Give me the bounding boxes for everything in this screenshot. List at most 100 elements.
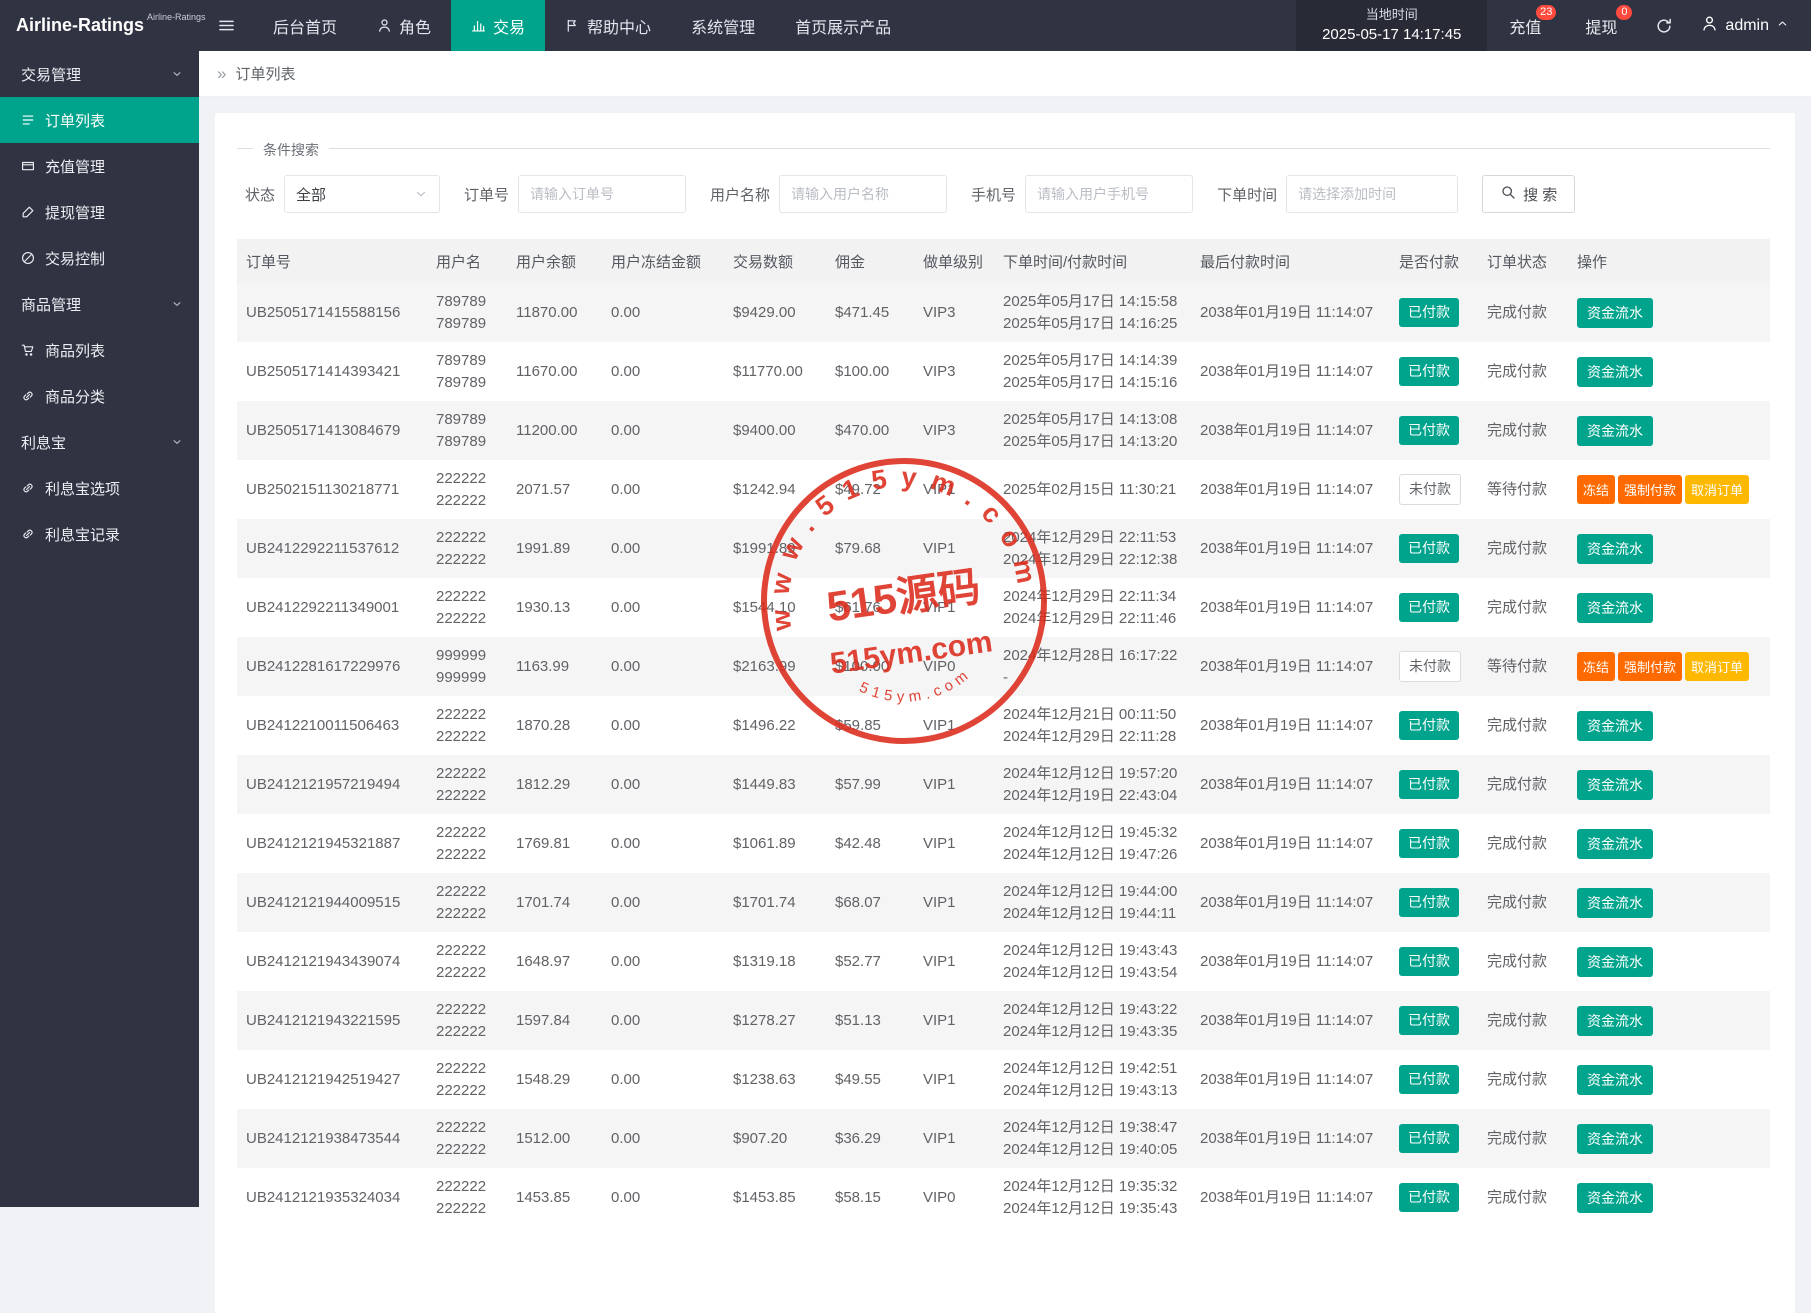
frozen-amount-cell: 0.00 — [602, 696, 724, 755]
last-pay-time-cell: 2038年01月19日 11:14:07 — [1191, 283, 1390, 342]
freeze-button[interactable]: 冻结 — [1577, 652, 1615, 681]
order-time-cell: 2024年12月12日 19:44:002024年12月12日 19:44:11 — [994, 873, 1191, 932]
actions-cell: 冻结强制付款取消订单 — [1568, 460, 1770, 519]
sidebar-item-product-list[interactable]: 商品列表 — [0, 327, 199, 373]
sidebar-item-lixibao[interactable]: 利息宝 — [0, 419, 199, 465]
actions-cell: 资金流水 — [1568, 1168, 1770, 1227]
commission-cell: $51.13 — [826, 991, 914, 1050]
actions-cell: 资金流水 — [1568, 991, 1770, 1050]
withdraw-nav-button[interactable]: 提现 0 — [1563, 0, 1639, 51]
frozen-amount-cell: 0.00 — [602, 755, 724, 814]
top-navbar: Airline-Ratings Airline-Ratings 后台首页 角色交易… — [0, 0, 1811, 51]
order-status-cell: 完成付款 — [1478, 696, 1568, 755]
sidebar-item-recharge-manage[interactable]: 充值管理 — [0, 143, 199, 189]
force-pay-button[interactable]: 强制付款 — [1618, 475, 1682, 504]
column-header: 下单时间/付款时间 — [994, 239, 1191, 283]
withdraw-count-badge: 0 — [1616, 5, 1632, 20]
nav-item-system[interactable]: 系统管理 — [671, 0, 775, 51]
sidebar-item-lixibao-records[interactable]: 利息宝记录 — [0, 511, 199, 557]
commission-cell: $100.00 — [826, 342, 914, 401]
actions-cell: 资金流水 — [1568, 755, 1770, 814]
last-pay-time-cell: 2038年01月19日 11:14:07 — [1191, 1109, 1390, 1168]
commission-cell: $49.55 — [826, 1050, 914, 1109]
order-no-input[interactable] — [518, 175, 686, 213]
fund-flow-button[interactable]: 资金流水 — [1577, 947, 1653, 977]
order-status-cell: 完成付款 — [1478, 1168, 1568, 1227]
menu-toggle-button[interactable] — [199, 0, 253, 51]
order-time-cell: 2024年12月12日 19:43:432024年12月12日 19:43:54 — [994, 932, 1191, 991]
balance-cell: 1648.97 — [507, 932, 602, 991]
last-pay-time-cell: 2038年01月19日 11:14:07 — [1191, 342, 1390, 401]
sidebar-item-trade-manage[interactable]: 交易管理 — [0, 51, 199, 97]
brand-subtitle: Airline-Ratings — [147, 12, 206, 22]
frozen-amount-cell: 0.00 — [602, 1168, 724, 1227]
nav-item-trade[interactable]: 交易 — [451, 0, 545, 51]
chevron-down-icon — [171, 436, 183, 448]
sidebar-item-trade-control[interactable]: 交易控制 — [0, 235, 199, 281]
vip-level-cell: VIP1 — [914, 696, 994, 755]
fund-flow-button[interactable]: 资金流水 — [1577, 711, 1653, 741]
nav-item-help-center[interactable]: 帮助中心 — [545, 0, 671, 51]
last-pay-time-cell: 2038年01月19日 11:14:07 — [1191, 1168, 1390, 1227]
sidebar-item-lixibao-options[interactable]: 利息宝选项 — [0, 465, 199, 511]
order-status-cell: 完成付款 — [1478, 991, 1568, 1050]
order-no-cell: UB2412281617229976 — [237, 637, 427, 696]
nav-item-label: 后台首页 — [273, 14, 337, 38]
nav-item-home-products[interactable]: 首页展示产品 — [775, 0, 911, 51]
frozen-amount-cell: 0.00 — [602, 578, 724, 637]
fund-flow-button[interactable]: 资金流水 — [1577, 416, 1653, 446]
fund-flow-button[interactable]: 资金流水 — [1577, 888, 1653, 918]
fund-flow-button[interactable]: 资金流水 — [1577, 298, 1653, 328]
sidebar-item-product-manage[interactable]: 商品管理 — [0, 281, 199, 327]
sidebar: 交易管理订单列表充值管理提现管理交易控制商品管理商品列表商品分类利息宝利息宝选项… — [0, 51, 199, 1207]
refresh-button[interactable] — [1639, 0, 1689, 51]
sidebar-item-product-category[interactable]: 商品分类 — [0, 373, 199, 419]
username-input[interactable] — [779, 175, 947, 213]
frozen-amount-cell: 0.00 — [602, 637, 724, 696]
column-header: 最后付款时间 — [1191, 239, 1390, 283]
nav-item-dashboard[interactable]: 后台首页 — [253, 0, 357, 51]
paid-cell: 已付款 — [1390, 932, 1478, 991]
order-status-cell: 完成付款 — [1478, 814, 1568, 873]
order-time-filter-label: 下单时间 — [1217, 184, 1277, 205]
username-cell: 222222222222 — [427, 1109, 507, 1168]
fund-flow-button[interactable]: 资金流水 — [1577, 770, 1653, 800]
fund-flow-button[interactable]: 资金流水 — [1577, 357, 1653, 387]
fund-flow-button[interactable]: 资金流水 — [1577, 593, 1653, 623]
balance-cell: 1769.81 — [507, 814, 602, 873]
fund-flow-button[interactable]: 资金流水 — [1577, 829, 1653, 859]
admin-menu[interactable]: admin — [1689, 0, 1811, 51]
force-pay-button[interactable]: 强制付款 — [1618, 652, 1682, 681]
order-time-cell: 2024年12月28日 16:17:22- — [994, 637, 1191, 696]
balance-cell: 1991.89 — [507, 519, 602, 578]
paid-status-badge: 已付款 — [1399, 711, 1459, 739]
app-logo: Airline-Ratings Airline-Ratings — [0, 0, 199, 51]
admin-chevron — [1776, 17, 1789, 35]
sidebar-item-order-list[interactable]: 订单列表 — [0, 97, 199, 143]
balance-cell: 1453.85 — [507, 1168, 602, 1227]
search-button[interactable]: 搜 索 — [1482, 175, 1575, 213]
status-select[interactable]: 全部 — [284, 175, 440, 213]
nav-item-label: 系统管理 — [691, 14, 755, 38]
freeze-button[interactable]: 冻结 — [1577, 475, 1615, 504]
username-cell: 789789789789 — [427, 401, 507, 460]
order-time-cell: 2024年12月12日 19:43:222024年12月12日 19:43:35 — [994, 991, 1191, 1050]
nav-item-label: 角色 — [399, 14, 431, 38]
fund-flow-button[interactable]: 资金流水 — [1577, 1124, 1653, 1154]
cancel-order-button[interactable]: 取消订单 — [1685, 652, 1749, 681]
phone-input[interactable] — [1025, 175, 1193, 213]
fund-flow-button[interactable]: 资金流水 — [1577, 534, 1653, 564]
fund-flow-button[interactable]: 资金流水 — [1577, 1065, 1653, 1095]
cancel-order-button[interactable]: 取消订单 — [1685, 475, 1749, 504]
order-time-input[interactable] — [1286, 175, 1458, 213]
order-row: UB24121219453218872222222222221769.810.0… — [237, 814, 1770, 873]
sidebar-item-withdraw-manage[interactable]: 提现管理 — [0, 189, 199, 235]
nav-item-roles[interactable]: 角色 — [357, 0, 451, 51]
recharge-nav-button[interactable]: 充值 23 — [1487, 0, 1563, 51]
fund-flow-button[interactable]: 资金流水 — [1577, 1183, 1653, 1213]
select-chevron-slot — [414, 187, 428, 201]
fund-flow-button[interactable]: 资金流水 — [1577, 1006, 1653, 1036]
column-header: 操作 — [1568, 239, 1770, 283]
order-no-cell: UB2412121938473544 — [237, 1109, 427, 1168]
sidebar-item-label: 订单列表 — [45, 110, 105, 131]
